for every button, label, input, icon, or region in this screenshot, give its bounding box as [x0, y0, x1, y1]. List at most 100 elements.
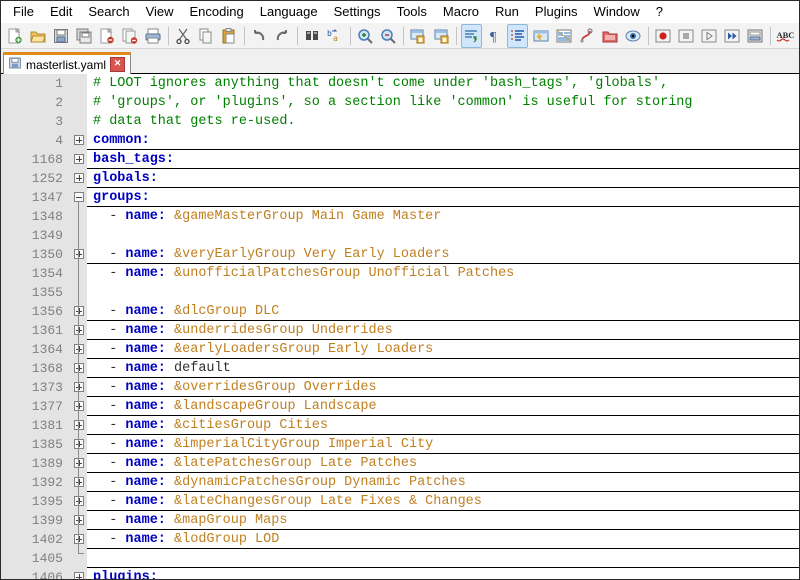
code-line[interactable]	[87, 549, 799, 568]
fold-expand-icon[interactable]	[74, 154, 84, 164]
menu-item-file[interactable]: File	[5, 2, 42, 22]
code-line[interactable]	[87, 283, 799, 302]
code-line[interactable]: groups:	[87, 188, 799, 207]
code-line[interactable]: common:	[87, 131, 799, 150]
fold-expand-icon[interactable]	[74, 306, 84, 316]
toolbar-user-defined-language-icon[interactable]	[530, 24, 551, 48]
toolbar-save-icon[interactable]	[50, 24, 71, 48]
code-line[interactable]: - name: &lateChangesGroup Late Fixes & C…	[87, 492, 799, 511]
toolbar-print-icon[interactable]	[143, 24, 164, 48]
toolbar-save-all-icon[interactable]	[73, 24, 94, 48]
code-area[interactable]: # LOOT ignores anything that doesn't com…	[87, 74, 799, 579]
toolbar-document-map-icon[interactable]	[553, 24, 574, 48]
fold-expand-icon[interactable]	[74, 173, 84, 183]
code-line[interactable]: - name: &landscapeGroup Landscape	[87, 397, 799, 416]
fold-expand-icon[interactable]	[74, 572, 84, 579]
toolbar-new-file-icon[interactable]	[4, 24, 25, 48]
toolbar-close-file-icon[interactable]	[96, 24, 117, 48]
menu-item-edit[interactable]: Edit	[42, 2, 80, 22]
toolbar-find-icon[interactable]	[302, 24, 323, 48]
toolbar-function-list-icon[interactable]	[576, 24, 597, 48]
fold-expand-icon[interactable]	[74, 496, 84, 506]
code-line[interactable]: globals:	[87, 169, 799, 188]
toolbar-play-macro-icon[interactable]	[699, 24, 720, 48]
code-line[interactable]: - name: &lodGroup LOD	[87, 530, 799, 549]
toolbar-word-wrap-icon[interactable]	[461, 24, 482, 48]
toolbar-stop-recording-icon[interactable]	[676, 24, 697, 48]
code-line[interactable]: plugins:	[87, 568, 799, 579]
code-line[interactable]: - name: &overridesGroup Overrides	[87, 378, 799, 397]
code-line[interactable]: - name: &imperialCityGroup Imperial City	[87, 435, 799, 454]
code-line[interactable]: bash_tags:	[87, 150, 799, 169]
line-number: 4	[1, 131, 65, 150]
code-line[interactable]: - name: &underridesGroup Underrides	[87, 321, 799, 340]
code-line[interactable]: - name: &dlcGroup DLC	[87, 302, 799, 321]
toolbar-paste-icon[interactable]	[219, 24, 240, 48]
fold-expand-icon[interactable]	[74, 363, 84, 373]
toolbar-close-all-files-icon[interactable]	[119, 24, 140, 48]
fold-expand-icon[interactable]	[74, 515, 84, 525]
fold-expand-icon[interactable]	[74, 401, 84, 411]
code-line[interactable]: - name: &earlyLoadersGroup Early Loaders	[87, 340, 799, 359]
menu-item-window[interactable]: Window	[586, 2, 648, 22]
toolbar-spell-check-icon[interactable]: ABC	[775, 24, 796, 48]
fold-expand-icon[interactable]	[74, 249, 84, 259]
toolbar-zoom-in-icon[interactable]	[355, 24, 376, 48]
code-line[interactable]: - name: &unofficialPatchesGroup Unoffici…	[87, 264, 799, 283]
toolbar-save-macro-icon[interactable]	[745, 24, 766, 48]
code-line[interactable]: - name: &mapGroup Maps	[87, 511, 799, 530]
menu-item-language[interactable]: Language	[252, 2, 326, 22]
tab-close-icon[interactable]: ✕	[110, 57, 125, 72]
fold-expand-icon[interactable]	[74, 382, 84, 392]
fold-expand-icon[interactable]	[74, 534, 84, 544]
toolbar-folder-as-workspace-icon[interactable]	[600, 24, 621, 48]
menu-item-run[interactable]: Run	[487, 2, 527, 22]
toolbar-replace-icon[interactable]: ba	[325, 24, 346, 48]
fold-expand-icon[interactable]	[74, 477, 84, 487]
code-line[interactable]: - name: default	[87, 359, 799, 378]
code-line[interactable]: - name: &veryEarlyGroup Very Early Loade…	[87, 245, 799, 264]
editor-tab[interactable]: masterlist.yaml✕	[3, 52, 131, 74]
fold-expand-icon[interactable]	[74, 420, 84, 430]
code-line[interactable]: - name: &latePatchesGroup Late Patches	[87, 454, 799, 473]
toolbar-run-macro-multiple-icon[interactable]	[722, 24, 743, 48]
toolbar-indent-guide-icon[interactable]	[507, 24, 528, 48]
menu-item-macro[interactable]: Macro	[435, 2, 487, 22]
code-line[interactable]: - name: &gameMasterGroup Main Game Maste…	[87, 207, 799, 226]
toolbar-cut-icon[interactable]	[173, 24, 194, 48]
menu-item-encoding[interactable]: Encoding	[182, 2, 252, 22]
code-line[interactable]: # 'groups', or 'plugins', so a section l…	[87, 93, 799, 112]
code-line[interactable]: # data that gets re-used.	[87, 112, 799, 131]
toolbar-sync-horizontal-scroll-icon[interactable]	[431, 24, 452, 48]
toolbar-undo-icon[interactable]	[249, 24, 270, 48]
menu-item-settings[interactable]: Settings	[326, 2, 389, 22]
fold-expand-icon[interactable]	[74, 458, 84, 468]
fold-expand-icon[interactable]	[74, 344, 84, 354]
code-token-plain	[166, 361, 174, 376]
toolbar-show-all-characters-icon[interactable]: ¶	[484, 24, 505, 48]
menu-item-tools[interactable]: Tools	[389, 2, 435, 22]
menu-item-plugins[interactable]: Plugins	[527, 2, 586, 22]
save-icon	[8, 56, 22, 73]
menu-item-search[interactable]: Search	[80, 2, 137, 22]
fold-expand-icon[interactable]	[74, 325, 84, 335]
fold-margin[interactable]	[71, 74, 87, 579]
editor-area[interactable]: 1234116812521347134813491350135413551356…	[1, 74, 799, 579]
toolbar-sync-vertical-scroll-icon[interactable]	[408, 24, 429, 48]
code-line[interactable]	[87, 226, 799, 245]
code-line[interactable]: # LOOT ignores anything that doesn't com…	[87, 74, 799, 93]
toolbar-open-file-icon[interactable]	[27, 24, 48, 48]
toolbar-zoom-out-icon[interactable]	[378, 24, 399, 48]
code-line[interactable]: - name: &dynamicPatchesGroup Dynamic Pat…	[87, 473, 799, 492]
toolbar-record-macro-icon[interactable]	[653, 24, 674, 48]
code-token-anchor: &landscapeGroup Landscape	[174, 399, 377, 414]
toolbar-redo-icon[interactable]	[272, 24, 293, 48]
menu-item-[interactable]: ?	[648, 2, 671, 22]
toolbar-monitoring-icon[interactable]	[623, 24, 644, 48]
code-line[interactable]: - name: &citiesGroup Cities	[87, 416, 799, 435]
fold-collapse-icon[interactable]	[74, 192, 84, 202]
menu-item-view[interactable]: View	[138, 2, 182, 22]
toolbar-copy-icon[interactable]	[196, 24, 217, 48]
fold-expand-icon[interactable]	[74, 135, 84, 145]
fold-expand-icon[interactable]	[74, 439, 84, 449]
